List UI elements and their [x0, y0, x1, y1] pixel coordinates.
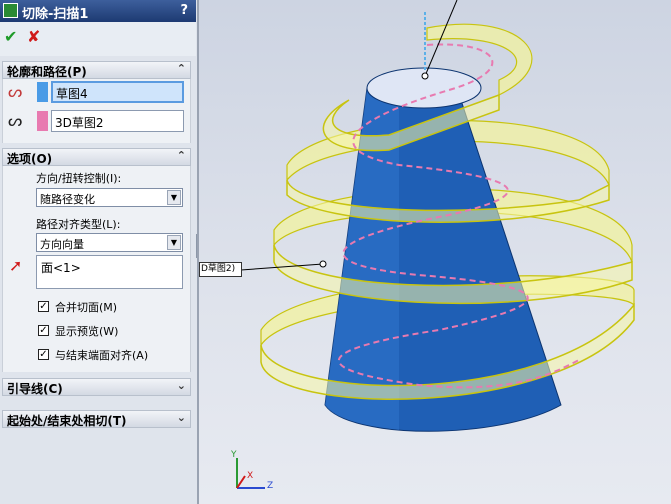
- options-section-header[interactable]: 选项(O) ⌃: [2, 148, 191, 166]
- profile-path-section-body: ᔕ 草图4 ᔕ 3D草图2: [2, 79, 191, 143]
- chevron-down-icon[interactable]: ⌄: [177, 379, 186, 392]
- model-graphics: [236, 0, 635, 489]
- orientation-select-value: 随路径变化: [40, 193, 95, 206]
- alignment-label: 路径对齐类型(L):: [36, 218, 121, 231]
- show-preview-checkbox[interactable]: ✓: [38, 325, 49, 336]
- direction-vector-value: 面<1>: [41, 261, 81, 275]
- panel-title: 切除-扫描1: [22, 7, 89, 22]
- callout-anchor-point: [319, 260, 327, 268]
- orientation-select[interactable]: 随路径变化 ▼: [36, 188, 183, 207]
- orientation-label: 方向/扭转控制(I):: [36, 172, 122, 185]
- profile-path-section-header[interactable]: 轮廓和路径(P) ⌃: [2, 61, 191, 79]
- callout-label[interactable]: D草图2): [199, 262, 242, 277]
- guide-curves-section-header[interactable]: 引导线(C) ⌄: [2, 378, 191, 396]
- options-section-title: 选项(O): [7, 152, 53, 166]
- top-anchor-point: [421, 72, 429, 80]
- profile-path-section-title: 轮廓和路径(P): [7, 65, 87, 79]
- alignment-select[interactable]: 方向向量 ▼: [36, 233, 183, 252]
- axis-y-label: Y: [231, 450, 237, 460]
- tangency-section-title: 起始处/结束处相切(T): [7, 414, 127, 428]
- chevron-up-icon[interactable]: ⌃: [177, 62, 186, 75]
- show-preview-label: 显示预览(W): [55, 325, 119, 338]
- profile-select-icon: ᔕ: [8, 82, 23, 101]
- callout-label-text: D草图2): [201, 264, 236, 274]
- merge-cut-checkbox[interactable]: ✓: [38, 301, 49, 312]
- align-end-faces-checkbox[interactable]: ✓: [38, 349, 49, 360]
- chevron-down-icon[interactable]: ▼: [167, 235, 181, 250]
- axis-x-label: X: [247, 471, 254, 481]
- profile-field[interactable]: 草图4: [51, 81, 184, 103]
- align-end-faces-label: 与结束端面对齐(A): [55, 349, 149, 362]
- options-section-body: 方向/扭转控制(I): 随路径变化 ▼ 路径对齐类型(L): 方向向量 ▼ ➚ …: [2, 166, 191, 372]
- panel-titlebar: 切除-扫描1 ?: [0, 0, 196, 22]
- merge-cut-label: 合并切面(M): [55, 301, 118, 314]
- chevron-down-icon[interactable]: ▼: [167, 190, 181, 205]
- path-field[interactable]: 3D草图2: [51, 110, 184, 132]
- direction-vector-icon: ➚: [9, 256, 23, 275]
- axis-z-label: Z: [267, 481, 274, 491]
- property-manager-panel: 切除-扫描1 ? ✔ ✘ 轮廓和路径(P) ⌃ ᔕ 草图4 ᔕ 3D草图2 选项…: [0, 0, 204, 504]
- help-button[interactable]: ?: [180, 3, 188, 18]
- alignment-select-value: 方向向量: [40, 238, 84, 251]
- tangency-section-header[interactable]: 起始处/结束处相切(T) ⌄: [2, 410, 191, 428]
- sweep-cut-icon: [3, 3, 18, 18]
- graphics-viewport[interactable]: D草图2) Y X Z: [197, 0, 671, 504]
- profile-field-value: 草图4: [56, 87, 88, 101]
- profile-color-swatch: [37, 82, 48, 102]
- cancel-button[interactable]: ✘: [27, 27, 40, 46]
- ok-button[interactable]: ✔: [4, 27, 17, 46]
- guide-curves-section-title: 引导线(C): [7, 382, 63, 396]
- path-color-swatch: [37, 111, 48, 131]
- direction-vector-field[interactable]: 面<1>: [36, 255, 183, 289]
- chevron-down-icon[interactable]: ⌄: [177, 411, 186, 424]
- path-field-value: 3D草图2: [55, 116, 104, 130]
- chevron-up-icon[interactable]: ⌃: [177, 149, 186, 162]
- path-select-icon: ᔕ: [8, 111, 23, 130]
